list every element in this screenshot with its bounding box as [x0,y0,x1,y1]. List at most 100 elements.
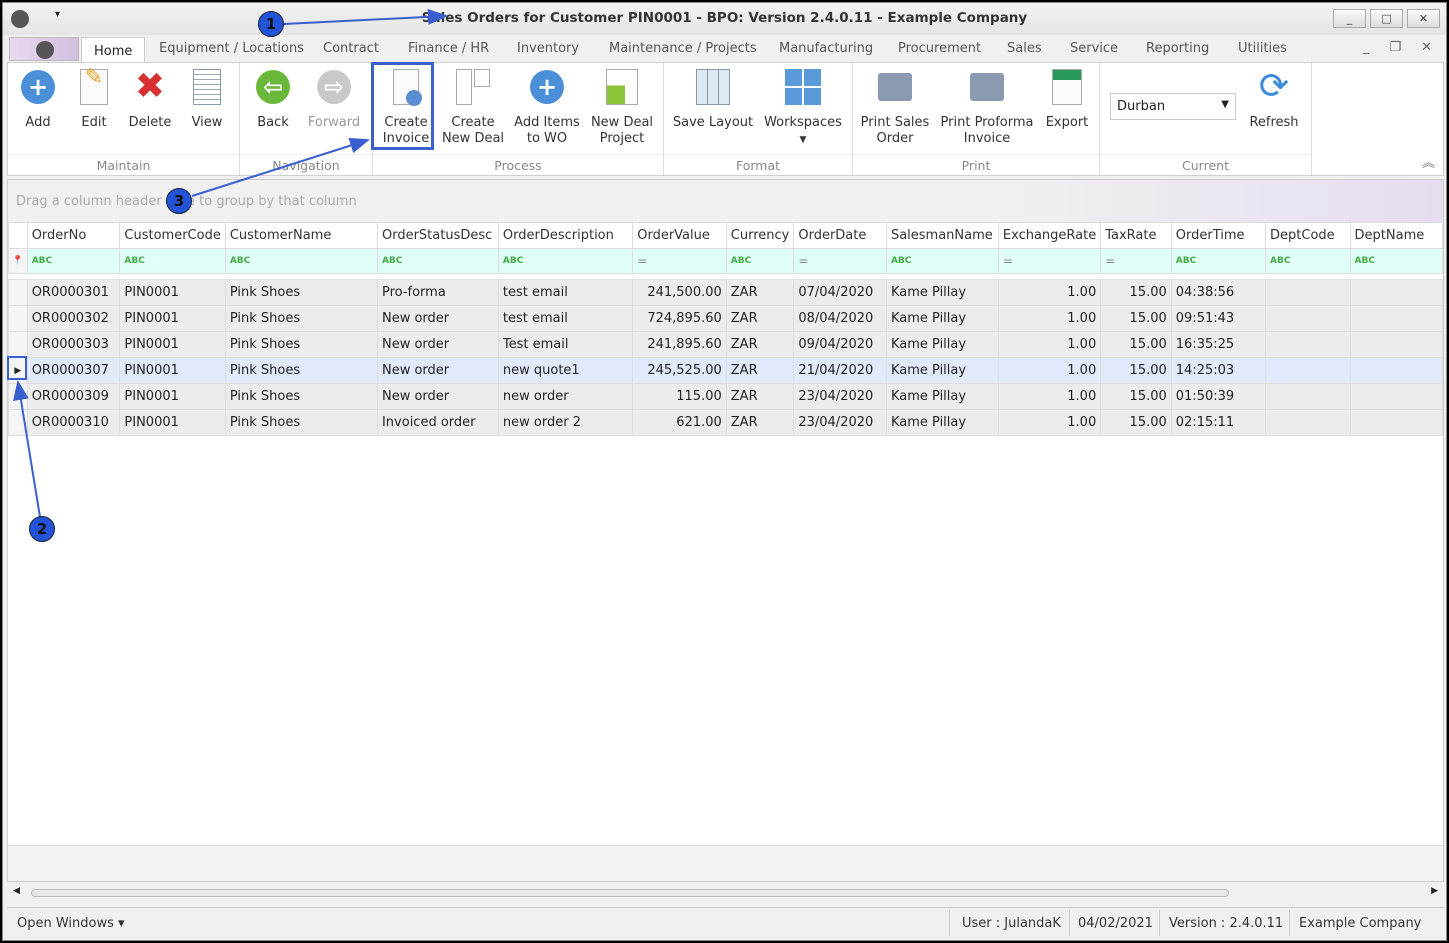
maximize-button[interactable]: □ [1370,9,1403,28]
save-layout-button[interactable]: Save Layout [670,67,756,131]
tab-sales[interactable]: Sales [1007,41,1042,56]
cell-orderno: OR0000307 [26,357,121,384]
column-header[interactable]: OrderValue [632,222,727,249]
branch-select[interactable]: Durban ▼ [1110,93,1236,120]
print-proforma-invoice-button[interactable]: Print Proforma Invoice [939,67,1035,147]
create-invoice-highlight [371,62,434,150]
filter-equals-icon[interactable]: = [793,248,887,274]
tab-equipment-locations[interactable]: Equipment / Locations [159,41,304,56]
tab-finance-hr[interactable]: Finance / HR [408,41,489,56]
column-header[interactable]: SalesmanName [885,222,999,249]
filter-text-icon[interactable]: ABC [497,248,634,274]
table-row[interactable]: OR0000310 PIN0001 Pink Shoes Invoiced order… [8,409,1444,436]
filter-text-icon[interactable]: ABC [1170,248,1267,274]
table-row[interactable]: OR0000303 PIN0001 Pink Shoes New order Test … [8,331,1444,358]
tab-inventory[interactable]: Inventory [517,41,579,56]
cell-orderstatusdesc: New order [376,383,499,410]
cell-exchangerate: 1.00 [997,279,1102,306]
open-windows-menu[interactable]: Open Windows ▾ [17,916,125,931]
filter-text-icon[interactable]: ABC [1349,248,1444,274]
column-header[interactable]: DeptName [1349,222,1444,249]
cell-deptname [1349,305,1444,332]
tab-home[interactable]: Home [81,37,146,64]
column-header[interactable]: TaxRate [1100,222,1172,249]
column-header[interactable]: OrderTime [1170,222,1267,249]
create-new-deal-button[interactable]: Create New Deal [441,67,505,147]
scroll-right-icon[interactable]: ▶ [1431,886,1438,896]
cell-deptname [1349,279,1444,306]
filter-text-icon[interactable]: ABC [119,248,226,274]
table-row[interactable]: OR0000302 PIN0001 Pink Shoes New order test … [8,305,1444,332]
export-button[interactable]: Export [1041,67,1093,131]
scrollbar-thumb[interactable] [31,889,1229,897]
column-header[interactable]: OrderDescription [497,222,634,249]
refresh-button[interactable]: ⟳ Refresh [1244,67,1304,131]
column-header[interactable]: OrderDate [793,222,887,249]
cell-currency: ZAR [725,409,795,436]
row-indicator[interactable] [8,383,28,410]
filter-equals-icon[interactable]: = [1100,248,1172,274]
filter-equals-icon[interactable]: = [997,248,1102,274]
add-button[interactable]: + Add [14,67,62,131]
close-button[interactable]: ✕ [1407,9,1440,28]
tab-contract[interactable]: Contract [323,41,379,56]
tab-manufacturing[interactable]: Manufacturing [779,41,873,56]
orders-table: OrderNo CustomerCode CustomerName OrderStat… [8,222,1444,436]
column-header[interactable]: CustomerCode [119,222,226,249]
view-label: View [191,115,223,130]
add-items-label-1: Add Items [514,115,580,130]
table-row[interactable]: OR0000301 PIN0001 Pink Shoes Pro-forma test … [8,279,1444,306]
filter-text-icon[interactable]: ABC [885,248,999,274]
mdi-restore-icon[interactable]: ❐ [1389,40,1401,55]
mdi-minimize-icon[interactable]: _ [1363,40,1370,55]
table-row[interactable]: ▶ OR0000307 PIN0001 Pink Shoes New order new … [8,357,1444,384]
tab-reporting[interactable]: Reporting [1146,41,1209,56]
mdi-close-icon[interactable]: ✕ [1421,40,1432,55]
cell-deptcode [1265,409,1351,436]
view-button[interactable]: View [184,67,230,131]
cell-customername: Pink Shoes [224,357,378,384]
row-indicator[interactable] [8,279,28,306]
add-items-to-wo-button[interactable]: + Add Items to WO [513,67,581,147]
filter-text-icon[interactable]: ABC [26,248,121,274]
filter-text-icon[interactable]: ABC [725,248,795,274]
column-header[interactable]: Currency [725,222,795,249]
cell-customercode: PIN0001 [119,279,226,306]
application-menu-button[interactable] [9,37,79,61]
row-indicator[interactable] [8,331,28,358]
tab-procurement[interactable]: Procurement [898,41,981,56]
column-header[interactable]: OrderStatusDesc [376,222,499,249]
filter-text-icon[interactable]: ABC [376,248,499,274]
tab-service[interactable]: Service [1070,41,1118,56]
minimize-button[interactable]: _ [1333,9,1366,28]
row-indicator[interactable] [8,409,28,436]
edit-button[interactable]: ✎ Edit [70,67,118,131]
tab-utilities[interactable]: Utilities [1238,41,1287,56]
tab-maintenance-projects[interactable]: Maintenance / Projects [609,41,757,56]
print-sales-order-button[interactable]: Print Sales Order [859,67,931,147]
row-indicator[interactable] [8,305,28,332]
group-maintain: + Add ✎ Edit ✖ Delete View Maintain [8,63,240,175]
collapse-ribbon-icon[interactable]: ︽ [1422,152,1435,171]
cell-ordervalue: 724,895.60 [632,305,727,332]
filter-pin-icon: 📍 [8,248,28,274]
cell-orderdescription: test email [497,279,634,306]
scroll-left-icon[interactable]: ◀ [13,886,20,896]
table-row[interactable]: OR0000309 PIN0001 Pink Shoes New order new o… [8,383,1444,410]
column-header[interactable]: OrderNo [26,222,121,249]
column-header[interactable]: CustomerName [224,222,378,249]
horizontal-scrollbar[interactable]: ◀ ▶ [7,883,1444,903]
delete-button[interactable]: ✖ Delete [122,67,178,131]
group-by-panel[interactable]: Drag a column header here to group by th… [8,180,1443,222]
new-deal-project-button[interactable]: New Deal Project [589,67,655,147]
filter-equals-icon[interactable]: = [632,248,727,274]
workspaces-button[interactable]: Workspaces ▼ [762,67,844,148]
column-header[interactable]: ExchangeRate [997,222,1102,249]
cell-orderstatusdesc: New order [376,357,499,384]
filter-text-icon[interactable]: ABC [224,248,378,274]
column-header[interactable]: DeptCode [1265,222,1351,249]
cell-currency: ZAR [725,279,795,306]
back-button[interactable]: ⇦ Back [248,67,298,131]
forward-button[interactable]: ⇨ Forward [304,67,364,131]
filter-text-icon[interactable]: ABC [1265,248,1351,274]
